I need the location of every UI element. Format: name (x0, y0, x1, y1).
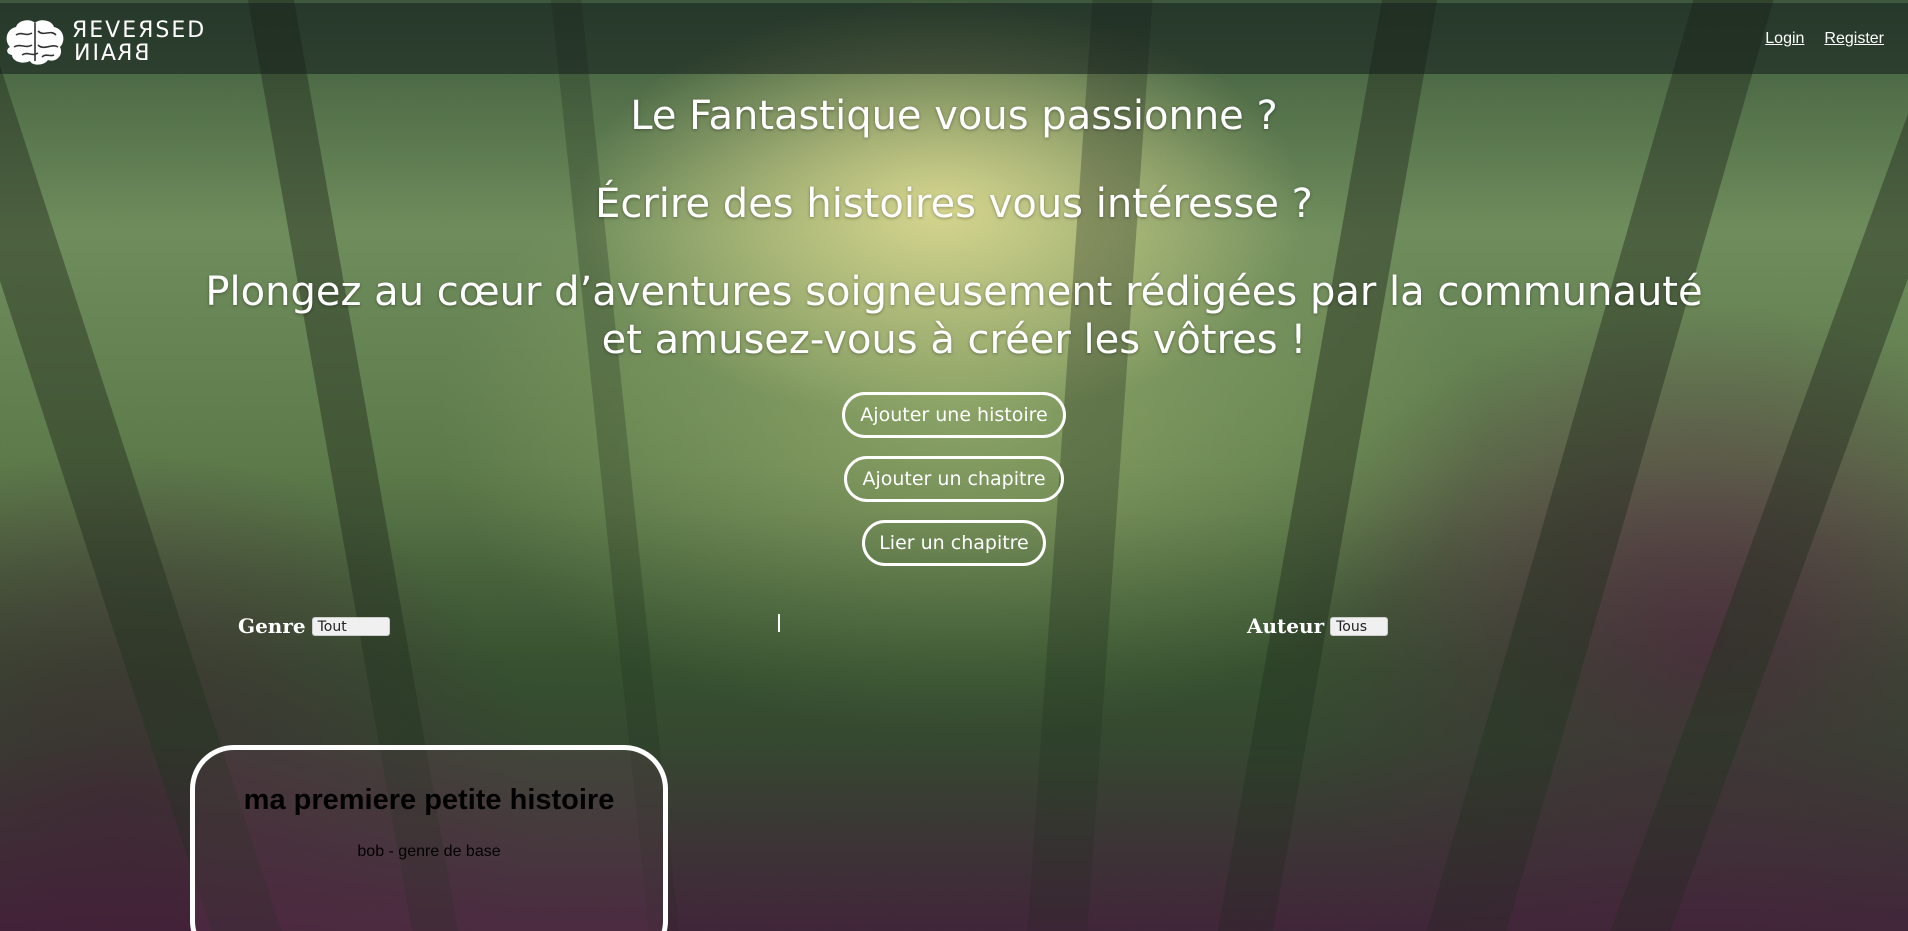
brand-line-1: ЯEVEЯSED (72, 18, 207, 43)
auth-nav: Login Register (1765, 30, 1884, 48)
hero-heading-2: Écrire des histoires vous intéresse ? (595, 181, 1313, 227)
story-card[interactable]: ma premiere petite histoire bob - genre … (190, 745, 668, 931)
genre-label: Genre (238, 614, 306, 638)
hero-heading-3: Plongez au cœur d’aventures soigneusemen… (0, 268, 1908, 364)
author-label: Auteur (1247, 614, 1325, 638)
brain-icon (6, 20, 64, 65)
story-meta: bob - genre de base (357, 843, 501, 860)
text-cursor (778, 614, 780, 632)
hero-heading-3-line-2: et amusez-vous à créer les vôtres ! (601, 317, 1307, 363)
link-chapter-button[interactable]: Lier un chapitre (862, 520, 1046, 566)
top-navbar: ЯEVEЯSED BRAIN Login Register (0, 3, 1908, 74)
brand-logo[interactable]: ЯEVEЯSED BRAIN (2, 15, 206, 69)
hero-heading-1: Le Fantastique vous passionne ? (630, 93, 1278, 139)
login-link[interactable]: Login (1765, 30, 1804, 48)
hero-heading-3-line-1: Plongez au cœur d’aventures soigneusemen… (205, 269, 1703, 315)
register-link[interactable]: Register (1824, 30, 1884, 48)
add-chapter-button[interactable]: Ajouter un chapitre (844, 456, 1064, 502)
genre-filter: Genre Tout (238, 614, 390, 638)
add-story-button[interactable]: Ajouter une histoire (842, 392, 1066, 438)
genre-select[interactable]: Tout (311, 616, 390, 636)
author-select[interactable]: Tous (1330, 616, 1389, 636)
brand-line-2: BRAIN (72, 41, 150, 66)
brand-name: ЯEVEЯSED BRAIN (72, 18, 207, 66)
author-filter: Auteur Tous (1247, 614, 1389, 638)
story-title: ma premiere petite histoire (243, 784, 615, 816)
